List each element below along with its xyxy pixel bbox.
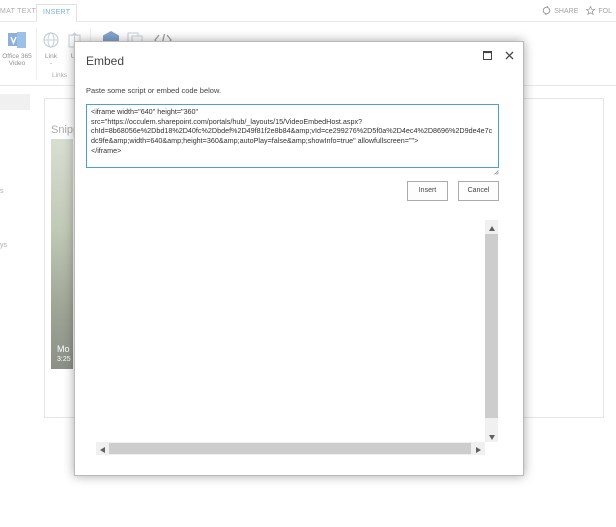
horizontal-scrollbar-thumb[interactable] (109, 443, 471, 454)
insert-button[interactable]: Insert (407, 181, 448, 201)
dialog-controls (481, 50, 515, 62)
vertical-scrollbar-thumb[interactable] (485, 234, 498, 418)
embed-preview-area (96, 220, 499, 442)
maximize-icon (482, 47, 492, 65)
embed-code-input[interactable]: <iframe width="640" height="360" src="ht… (86, 104, 499, 168)
resize-grip-icon[interactable] (493, 162, 499, 175)
scroll-left-button[interactable] (96, 442, 109, 455)
embed-instruction: Paste some script or embed code below. (86, 86, 222, 95)
triangle-right-icon (476, 440, 481, 458)
scroll-right-button[interactable] (472, 442, 485, 455)
close-button[interactable] (503, 50, 515, 62)
embed-dialog: Embed Paste some script or embed code be… (74, 41, 524, 476)
triangle-up-icon (488, 218, 495, 236)
triangle-left-icon (100, 440, 105, 458)
cancel-button[interactable]: Cancel (458, 181, 499, 201)
scroll-down-button[interactable] (485, 429, 498, 442)
maximize-button[interactable] (481, 50, 493, 62)
triangle-down-icon (488, 427, 495, 445)
close-icon (505, 47, 514, 65)
dialog-title: Embed (86, 54, 125, 68)
scroll-up-button[interactable] (485, 220, 498, 233)
